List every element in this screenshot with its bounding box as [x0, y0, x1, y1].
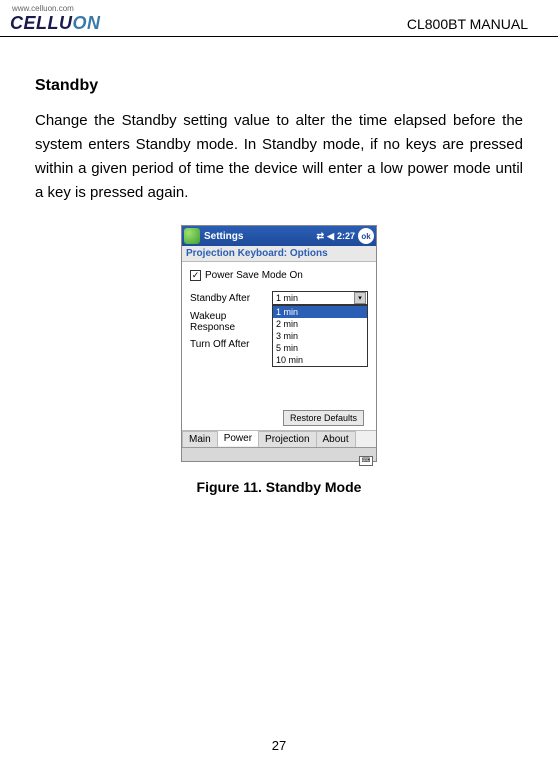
content: Standby Change the Standby setting value… [0, 37, 558, 495]
figure: Settings ⇄ ◀ 2:27 ok Projection Keyboard… [35, 225, 523, 495]
logo-url: www.celluon.com [12, 4, 101, 13]
standby-dropdown[interactable]: 1 min ▾ 1 min 2 min 3 min 5 min 10 min [272, 291, 368, 305]
connectivity-icon[interactable]: ⇄ [317, 231, 325, 242]
standby-label: Standby After [190, 293, 268, 304]
device-screenshot: Settings ⇄ ◀ 2:27 ok Projection Keyboard… [181, 225, 377, 462]
chevron-down-icon[interactable]: ▾ [354, 292, 366, 304]
titlebar: Settings ⇄ ◀ 2:27 ok [182, 226, 376, 246]
titlebar-app: Settings [204, 231, 317, 242]
turnoff-label: Turn Off After [190, 339, 268, 350]
figure-caption: Figure 11. Standby Mode [35, 479, 523, 495]
tab-power[interactable]: Power [217, 430, 259, 446]
titlebar-icons: ⇄ ◀ 2:27 ok [317, 228, 374, 244]
sip-bar: ⌨ [182, 447, 376, 461]
power-save-row: ✓ Power Save Mode On [190, 270, 368, 281]
dropdown-option[interactable]: 2 min [273, 318, 367, 330]
standby-row: Standby After 1 min ▾ 1 min 2 min 3 min … [190, 291, 368, 305]
ok-button[interactable]: ok [358, 228, 374, 244]
tab-main[interactable]: Main [182, 431, 218, 447]
power-save-checkbox[interactable]: ✓ [190, 270, 201, 281]
keyboard-icon[interactable]: ⌨ [359, 456, 373, 466]
settings-panel: ✓ Power Save Mode On Standby After 1 min… [182, 262, 376, 430]
start-icon[interactable] [184, 228, 200, 244]
manual-label: CL800BT MANUAL [407, 16, 528, 34]
page-number: 27 [0, 738, 558, 753]
dropdown-list: 1 min 2 min 3 min 5 min 10 min [272, 305, 368, 367]
page-header: www.celluon.com CELLUON CL800BT MANUAL [0, 0, 558, 37]
tab-bar: Main Power Projection About [182, 430, 376, 447]
restore-row: Restore Defaults [190, 410, 368, 426]
logo-text: CELLUON [10, 13, 101, 34]
tab-projection[interactable]: Projection [258, 431, 316, 447]
dropdown-option[interactable]: 3 min [273, 330, 367, 342]
clock-text: 2:27 [337, 231, 355, 241]
body-paragraph: Change the Standby setting value to alte… [35, 109, 523, 205]
logo: www.celluon.com CELLUON [10, 4, 101, 34]
dropdown-option[interactable]: 1 min [273, 306, 367, 318]
dropdown-option[interactable]: 10 min [273, 354, 367, 366]
power-save-label: Power Save Mode On [205, 270, 303, 281]
restore-defaults-button[interactable]: Restore Defaults [283, 410, 364, 426]
tab-about[interactable]: About [316, 431, 356, 447]
wakeup-label: Wakeup Response [190, 311, 268, 333]
section-title: Standby [35, 77, 523, 95]
dropdown-selected[interactable]: 1 min ▾ [272, 291, 368, 305]
window-subheader: Projection Keyboard: Options [182, 246, 376, 262]
dropdown-option[interactable]: 5 min [273, 342, 367, 354]
volume-icon[interactable]: ◀ [327, 231, 334, 242]
